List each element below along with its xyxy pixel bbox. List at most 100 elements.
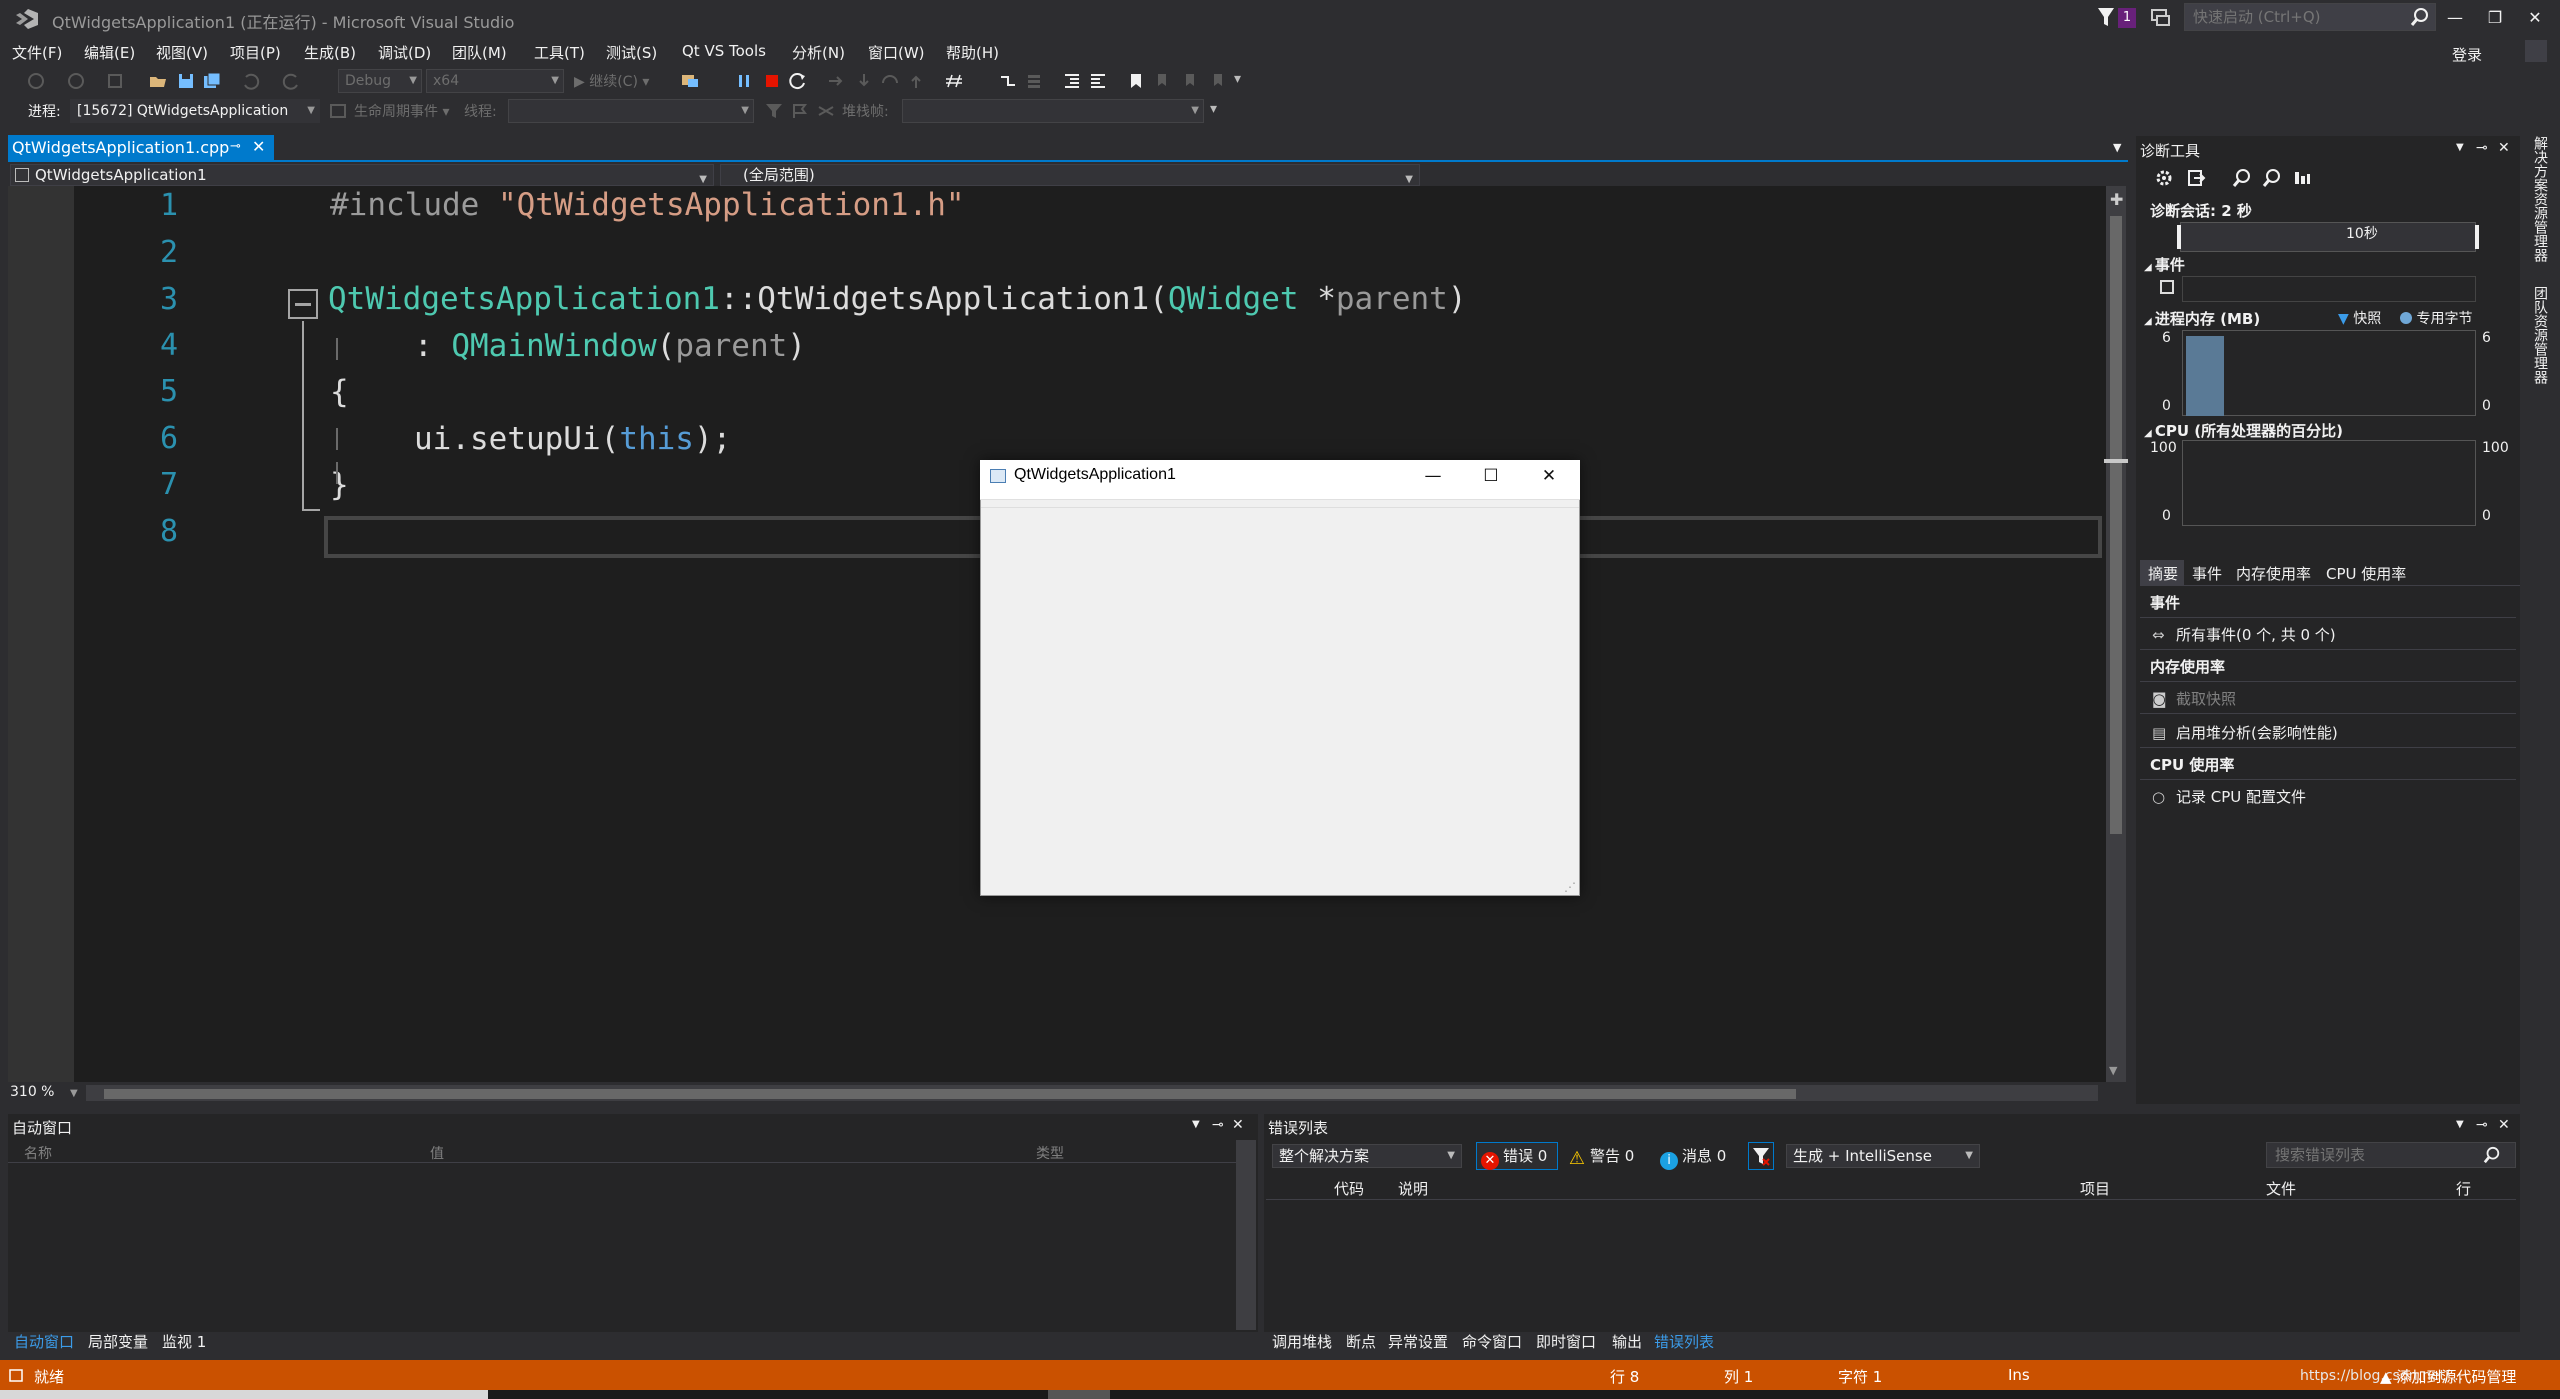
menu-analyze[interactable]: 分析(N) [792, 42, 845, 63]
menu-file[interactable]: 文件(F) [12, 42, 62, 63]
menu-team[interactable]: 团队(M) [452, 42, 507, 63]
next-bookmark-icon[interactable] [1180, 71, 1200, 91]
menu-debug[interactable]: 调试(D) [378, 42, 431, 63]
menu-test[interactable]: 测试(S) [606, 42, 657, 63]
pin-tab-icon[interactable]: ⊸ [230, 139, 241, 154]
column-type[interactable]: 类型 [1036, 1143, 1064, 1163]
error-scope-dropdown[interactable]: 整个解决方案 ▼ [1272, 1144, 1462, 1168]
zoom-level-dropdown[interactable]: 310 % [10, 1084, 78, 1102]
menu-edit[interactable]: 编辑(E) [84, 42, 135, 63]
qt-close-button[interactable]: ✕ [1520, 460, 1578, 492]
tab-exception-settings[interactable]: 异常设置 [1388, 1331, 1448, 1352]
column-line[interactable]: 行 [2456, 1178, 2471, 1199]
close-panel-icon[interactable]: ✕ [2498, 1117, 2510, 1133]
column-file[interactable]: 文件 [2266, 1178, 2296, 1199]
open-file-icon[interactable] [148, 71, 168, 91]
hex-display-icon[interactable] [944, 71, 964, 91]
solution-configuration-dropdown[interactable]: Debug ▼ [338, 69, 422, 93]
bookmark-icon[interactable] [1126, 71, 1146, 91]
stack-icon[interactable] [1024, 71, 1044, 91]
timeline-ruler[interactable] [2177, 222, 2479, 252]
panel-menu-icon[interactable]: ▼ [2456, 142, 2464, 153]
step-into-icon[interactable] [854, 71, 874, 91]
search-icon[interactable] [2410, 7, 2430, 27]
tab-immediate-window[interactable]: 即时窗口 [1536, 1331, 1596, 1352]
menu-qt-vs-tools[interactable]: Qt VS Tools [682, 42, 766, 60]
code-line-5[interactable]: { [330, 374, 349, 410]
show-next-statement-icon[interactable] [826, 71, 846, 91]
chevron-down-icon[interactable]: ▼ [70, 1088, 78, 1099]
qt-menu-bar[interactable] [981, 500, 1579, 508]
add-to-source-control-button[interactable]: ▲ 添加到源代码管理 [2380, 1366, 2516, 1387]
filter-icon[interactable] [764, 101, 784, 121]
qt-application-window[interactable] [980, 460, 1580, 896]
code-line-6[interactable]: ui.setupUi(this); [414, 421, 731, 457]
panel-menu-icon[interactable]: ▼ [2456, 1119, 2464, 1130]
column-value[interactable]: 值 [430, 1143, 444, 1163]
warnings-filter-button[interactable]: ⚠ 警告 0 [1568, 1145, 1634, 1168]
tab-team-explorer[interactable]: 团队资源管理器 [2528, 286, 2550, 384]
events-section-header[interactable]: 事件 [2144, 254, 2185, 275]
horizontal-scroll-thumb[interactable] [104, 1089, 1796, 1099]
reset-view-icon[interactable] [2292, 168, 2312, 188]
close-panel-icon[interactable]: ✕ [2498, 140, 2510, 156]
autos-grid[interactable] [8, 1162, 1236, 1328]
menu-build[interactable]: 生成(B) [304, 42, 356, 63]
redo-icon[interactable] [282, 71, 302, 91]
step-over-icon[interactable] [880, 71, 900, 91]
quick-launch-input[interactable] [2185, 4, 2400, 30]
column-name[interactable]: 名称 [24, 1143, 52, 1163]
indicator-margin[interactable] [8, 186, 74, 1082]
messages-filter-button[interactable]: i 消息 0 [1660, 1145, 1726, 1170]
tab-autos[interactable]: 自动窗口 [14, 1331, 74, 1352]
step-out-icon[interactable] [906, 71, 926, 91]
tab-overflow-icon[interactable]: ▼ [2113, 141, 2121, 154]
maximize-button[interactable]: ❐ [2476, 4, 2514, 32]
cpu-chart[interactable] [2182, 440, 2476, 526]
tab-solution-explorer[interactable]: 解决方案资源管理器 [2528, 136, 2550, 262]
gear-icon[interactable] [2154, 168, 2174, 188]
qt-maximize-button[interactable]: ☐ [1462, 460, 1520, 492]
tab-locals[interactable]: 局部变量 [88, 1331, 148, 1352]
lifecycle-events-icon[interactable] [328, 101, 348, 121]
code-line-4[interactable]: : QMainWindow(parent) [414, 328, 806, 364]
threads-icon[interactable] [998, 71, 1018, 91]
menu-help[interactable]: 帮助(H) [946, 42, 999, 63]
menu-project[interactable]: 项目(P) [230, 42, 281, 63]
code-line-1[interactable]: #include "QtWidgetsApplication1.h" [330, 187, 965, 223]
all-events-link[interactable]: ⇔ 所有事件(0 个, 共 0 个) [2140, 620, 2516, 650]
solution-platform-dropdown[interactable]: x64 ▼ [426, 69, 564, 93]
export-icon[interactable] [2186, 168, 2206, 188]
continue-button[interactable]: ▶ 继续(C) ▾ [574, 71, 649, 91]
lifecycle-events-button[interactable]: 生命周期事件 ▾ [354, 101, 449, 121]
previous-bookmark-icon[interactable] [1152, 71, 1172, 91]
column-project[interactable]: 项目 [2080, 1178, 2110, 1199]
build-intellisense-dropdown[interactable]: 生成 + IntelliSense ▼ [1786, 1144, 1980, 1168]
navigate-back-icon[interactable] [26, 71, 46, 91]
show-flagged-threads-icon[interactable] [816, 101, 836, 121]
clear-bookmarks-icon[interactable] [1208, 71, 1228, 91]
process-dropdown[interactable]: [15672] QtWidgetsApplication ▼ [70, 99, 320, 123]
search-icon[interactable] [2483, 1146, 2501, 1164]
break-all-icon[interactable] [734, 71, 754, 91]
tab-error-list[interactable]: 错误列表 [1654, 1331, 1714, 1352]
member-dropdown[interactable]: (全局范围) ▼ [720, 164, 1420, 186]
stop-debugging-icon[interactable] [762, 71, 782, 91]
close-panel-icon[interactable]: ✕ [1232, 1117, 1244, 1133]
pin-icon[interactable]: ⊸ [1212, 1117, 1224, 1133]
column-code[interactable]: 代码 [1334, 1178, 1364, 1199]
quick-launch-box[interactable] [2184, 3, 2436, 31]
collapse-outline-icon[interactable] [288, 289, 318, 319]
take-snapshot-button[interactable]: ◙ 截取快照 [2140, 684, 2516, 714]
error-search-box[interactable] [2266, 1142, 2516, 1168]
errors-filter-button[interactable]: ✕ 错误 0 [1476, 1142, 1558, 1170]
tab-watch-1[interactable]: 监视 1 [162, 1331, 206, 1352]
toolbar-overflow-icon[interactable]: ▾ [1210, 101, 1217, 117]
error-search-input[interactable] [2267, 1143, 2467, 1167]
tab-breakpoints[interactable]: 断点 [1346, 1331, 1376, 1352]
close-tab-icon[interactable]: ✕ [252, 137, 265, 156]
vertical-scroll-thumb[interactable] [2110, 216, 2122, 834]
login-link[interactable]: 登录 [2452, 44, 2482, 65]
tab-call-stack[interactable]: 调用堆栈 [1272, 1331, 1332, 1352]
notifications-button[interactable]: 1 [2096, 6, 2140, 30]
